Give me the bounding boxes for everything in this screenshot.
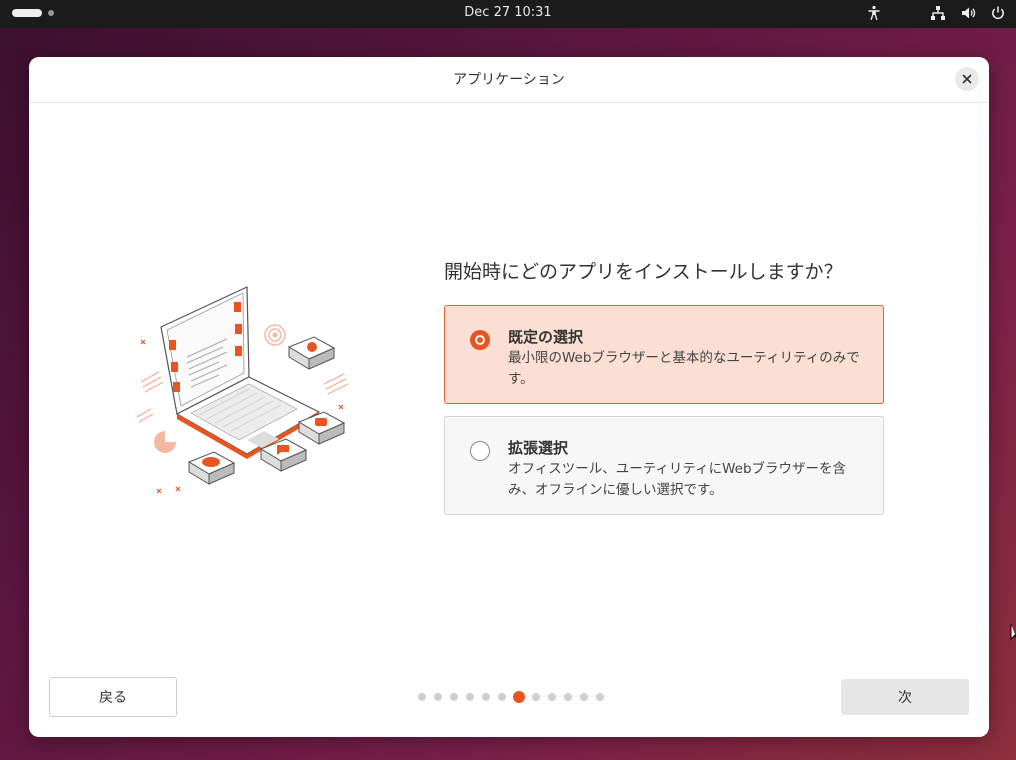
pagination-dots: [414, 690, 608, 704]
installer-dialog: アプリケーション 開始時にどのアプリをインストールしますか？ 既定の選択 最小限…: [29, 57, 989, 737]
network-icon[interactable]: [930, 5, 946, 21]
page-dot[interactable]: [450, 693, 458, 701]
install-question: 開始時にどのアプリをインストールしますか？: [444, 261, 843, 283]
map-app-cube: [287, 336, 336, 370]
accessibility-icon[interactable]: [866, 5, 882, 21]
clock[interactable]: Dec 27 10:31: [0, 5, 1016, 20]
option-description: オフィスツール、ユーティリティにWebブラウザーを含み、オフラインに優しい選択で…: [508, 461, 847, 498]
laptop-apps-illustration: [136, 286, 349, 494]
system-tray: [866, 5, 1006, 21]
volume-icon[interactable]: [960, 5, 976, 21]
back-button[interactable]: 戻る: [49, 677, 177, 717]
radio-default-selection[interactable]: [470, 330, 490, 350]
page-dot[interactable]: [498, 693, 506, 701]
top-bar: Dec 27 10:31: [0, 0, 1016, 28]
close-button[interactable]: [955, 67, 979, 91]
game-app-cube: [187, 451, 236, 485]
radio-extended-selection[interactable]: [470, 441, 490, 461]
page-dot-current[interactable]: [513, 691, 525, 703]
dialog-titlebar: アプリケーション: [29, 57, 989, 103]
dialog-title: アプリケーション: [453, 72, 565, 88]
option-title: 既定の選択: [508, 328, 584, 346]
page-dot[interactable]: [482, 693, 490, 701]
page-dot[interactable]: [548, 693, 556, 701]
option-extended-selection[interactable]: 拡張選択 オフィスツール、ユーティリティにWebブラウザーを含み、オフラインに優…: [444, 416, 884, 515]
power-icon[interactable]: [990, 5, 1006, 21]
page-dot[interactable]: [418, 693, 426, 701]
option-title: 拡張選択: [508, 439, 569, 457]
page-dot[interactable]: [564, 693, 572, 701]
next-button[interactable]: 次: [841, 679, 969, 715]
page-dot[interactable]: [532, 693, 540, 701]
mouse-cursor-icon: [1010, 624, 1016, 641]
page-dot[interactable]: [434, 693, 442, 701]
close-icon: [962, 74, 972, 84]
option-default-selection[interactable]: 既定の選択 最小限のWebブラウザーと基本的なユーティリティのみです。: [444, 305, 884, 404]
page-dot[interactable]: [580, 693, 588, 701]
page-dot[interactable]: [596, 693, 604, 701]
option-description: 最小限のWebブラウザーと基本的なユーティリティのみです。: [508, 350, 860, 387]
page-dot[interactable]: [466, 693, 474, 701]
